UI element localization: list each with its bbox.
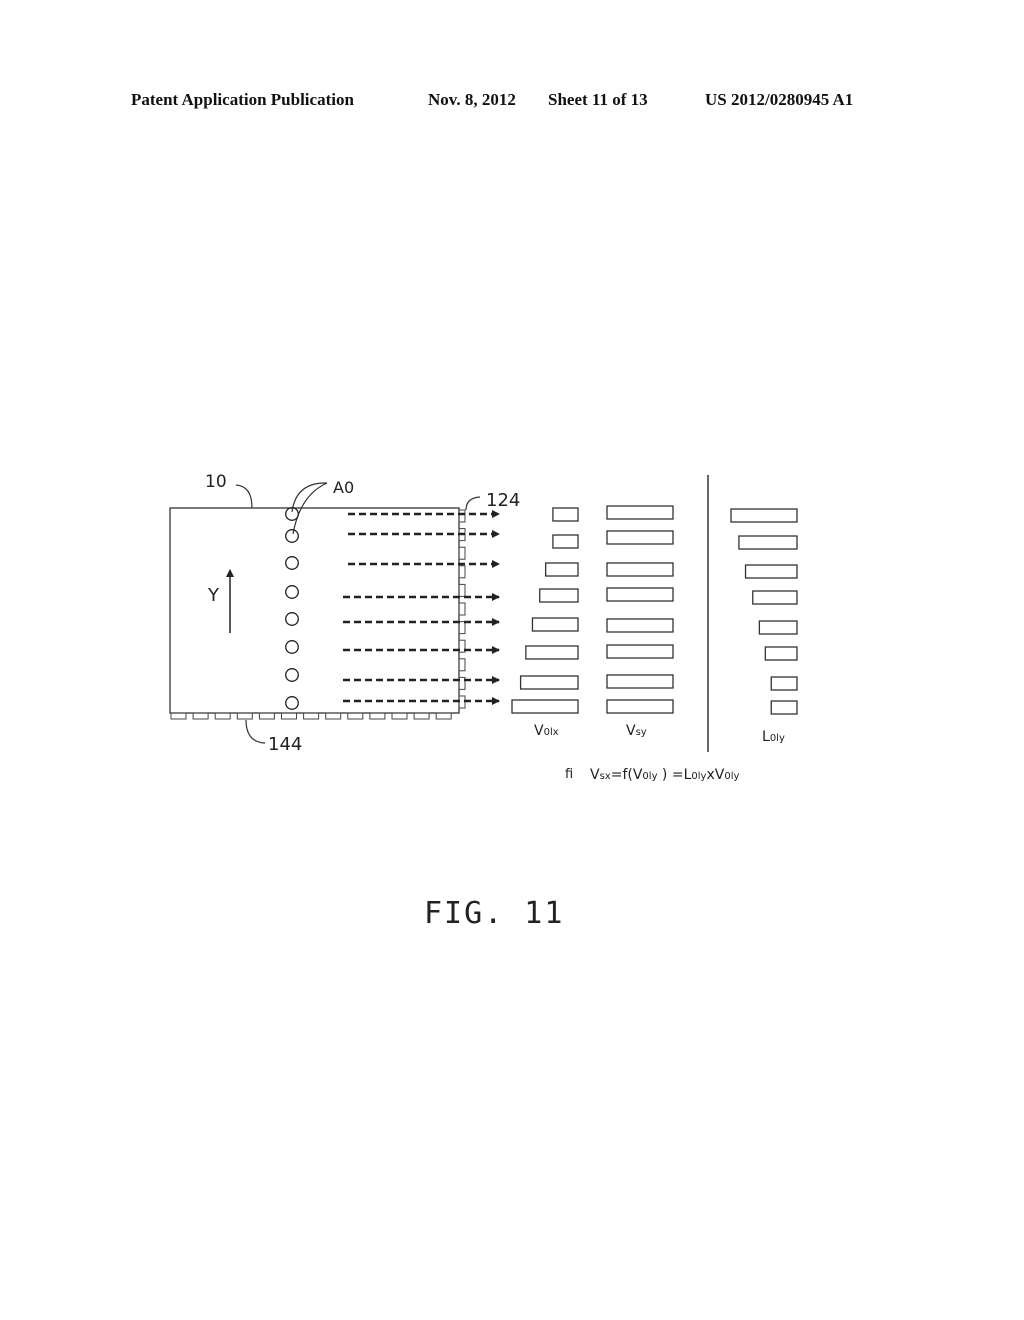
bottom-sensor — [391, 712, 408, 720]
formula-part: V — [590, 767, 600, 783]
formula-part: L — [684, 767, 692, 783]
bottom-sensor — [214, 712, 231, 720]
formula-part: ) = — [657, 767, 683, 783]
bar-v0lx — [545, 562, 579, 577]
bar-vsy — [606, 644, 674, 659]
bar-v0lx — [552, 507, 579, 522]
label-sensors-144: 144 — [268, 734, 302, 755]
formula: Vsx=f(V0ly ) =L0lyxV0ly — [590, 767, 739, 783]
label-panel-10: 10 — [205, 472, 227, 492]
bottom-sensor — [325, 712, 342, 720]
bar-v0lx — [539, 588, 579, 603]
formula-part: =f( — [611, 767, 633, 783]
label-axis-y: Y — [207, 585, 220, 606]
right-sensor — [458, 509, 466, 523]
touch-point-circle — [285, 696, 299, 710]
bottom-sensor — [413, 712, 430, 720]
bar-vsy — [606, 699, 674, 714]
formula-part: V — [715, 767, 725, 783]
right-sensor — [458, 546, 466, 560]
bar-vsy — [606, 618, 674, 633]
bar-v0lx — [511, 699, 579, 714]
formula-part: sx — [600, 771, 611, 782]
bar-l0ly — [758, 620, 798, 635]
touch-point-circle — [285, 556, 299, 570]
bar-vsy — [606, 674, 674, 689]
formula-part: 0ly — [642, 771, 657, 782]
figure-drawing: 10 A0 124 144 Y V0lx Vsy L0ly fi Vsx=f(V… — [169, 472, 798, 783]
bar-l0ly — [752, 590, 798, 605]
bar-l0ly — [770, 676, 798, 691]
column-label-v0lx: V0lx — [534, 723, 559, 739]
bar-l0ly — [738, 535, 798, 550]
label-points-a0: A0 — [333, 478, 354, 497]
bar-vsy — [606, 562, 674, 577]
bar-l0ly — [744, 564, 798, 579]
bottom-sensor-strip — [170, 712, 452, 720]
formula-part: V — [633, 767, 643, 783]
bottom-sensor — [435, 712, 452, 720]
leader-line-144 — [245, 719, 266, 744]
bottom-sensor — [192, 712, 209, 720]
leader-line-10 — [235, 484, 253, 509]
bar-l0ly — [730, 508, 798, 523]
touch-point-circle — [285, 529, 299, 543]
touch-point-circle — [285, 585, 299, 599]
bottom-sensor — [347, 712, 364, 720]
right-sensor — [458, 565, 466, 579]
formula-part: 0ly — [724, 771, 739, 782]
bottom-sensor — [236, 712, 253, 720]
bar-l0ly — [770, 700, 798, 715]
touch-panel — [169, 507, 460, 714]
bar-l0ly — [764, 646, 798, 661]
signal-arrows — [343, 510, 500, 705]
bar-vsy — [606, 505, 674, 520]
bar-v0lx — [525, 645, 579, 660]
bottom-sensor — [369, 712, 386, 720]
figure-caption: FIG. 11 — [424, 896, 565, 931]
bottom-sensor — [258, 712, 275, 720]
bar-v0lx — [552, 534, 579, 549]
touch-point-circle — [285, 668, 299, 682]
bar-v0lx — [519, 675, 579, 690]
column-label-vsy: Vsy — [626, 723, 647, 739]
bottom-sensor — [170, 712, 187, 720]
right-sensor — [458, 621, 466, 635]
touch-point-circle — [285, 612, 299, 626]
formula-part: x — [706, 767, 714, 783]
formula-part: 0ly — [691, 771, 706, 782]
bar-vsy — [606, 587, 674, 602]
touch-point-circle — [285, 640, 299, 654]
column-label-l0ly: L0ly — [762, 729, 785, 745]
leader-line-124 — [465, 496, 481, 511]
bottom-sensor — [303, 712, 320, 720]
right-sensor — [458, 602, 466, 616]
right-sensor-strip — [458, 509, 466, 709]
label-sensors-124: 124 — [486, 490, 520, 511]
signal-bars — [511, 505, 798, 715]
bar-vsy — [606, 530, 674, 545]
formula-prefix: fi — [565, 767, 573, 782]
right-sensor — [458, 658, 466, 672]
bar-v0lx — [531, 617, 579, 632]
right-sensor — [458, 583, 466, 597]
bottom-sensor — [281, 712, 297, 720]
touch-points — [285, 507, 299, 710]
